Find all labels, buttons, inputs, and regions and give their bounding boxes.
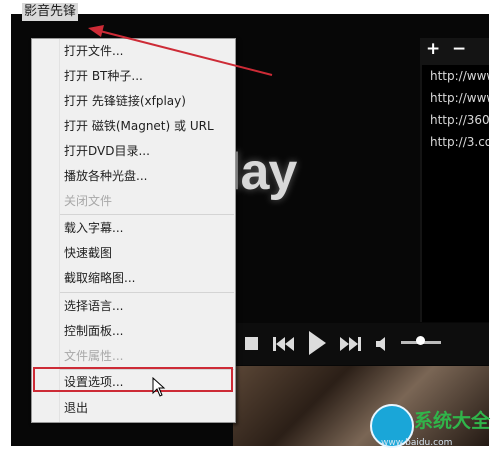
playlist-item[interactable]: http://www — [422, 87, 489, 109]
menu-item-open-magnet-url[interactable]: 打开 磁铁(Magnet) 或 URL — [33, 114, 234, 138]
menu-item-label: 关闭文件 — [64, 194, 113, 208]
next-icon[interactable] — [340, 337, 362, 351]
menu-item-label: 打开文件... — [64, 44, 124, 58]
watermark-text: 系统大全 — [414, 410, 491, 432]
menu-item-open-bt[interactable]: 打开 BT种子... — [33, 64, 234, 88]
menu-item-open-xfplay-link[interactable]: 打开 先锋链接(xfplay) — [33, 89, 234, 113]
playlist-toolbar: + − — [420, 38, 489, 60]
mouse-cursor-icon — [152, 377, 166, 397]
menu-item-open-file[interactable]: 打开文件... — [33, 39, 234, 63]
watermark-url: www.baidu.com — [381, 438, 453, 448]
playlist-item[interactable]: http://3.co — [422, 131, 489, 153]
menu-item-label: 播放各种光盘... — [64, 169, 148, 183]
playback-controls — [233, 323, 489, 365]
menu-item-control-panel[interactable]: 控制面板... — [33, 319, 234, 343]
menu-item-label: 打开 磁铁(Magnet) 或 URL — [64, 119, 214, 133]
menu-separator — [60, 292, 234, 293]
app-menu-title[interactable]: 影音先锋 — [22, 3, 79, 21]
menu-item-load-subtitle[interactable]: 载入字幕... — [33, 216, 234, 240]
stop-icon[interactable] — [245, 337, 259, 351]
playlist-panel: + − http://www http://www http://360 htt… — [420, 38, 489, 322]
menu-item-label: 打开 先锋链接(xfplay) — [64, 94, 186, 108]
menu-item-label: 退出 — [64, 401, 89, 415]
menu-item-open-dvd[interactable]: 打开DVD目录... — [33, 139, 234, 163]
context-menu: 打开文件... 打开 BT种子... 打开 先锋链接(xfplay) 打开 磁铁… — [31, 38, 236, 423]
settings-highlight-box — [33, 367, 233, 392]
menu-item-label: 选择语言... — [64, 299, 124, 313]
xfplay-logo-text: lay — [227, 143, 297, 201]
playlist-item[interactable]: http://360 — [422, 109, 489, 131]
playlist-remove-button[interactable]: − — [452, 39, 466, 59]
menu-item-label: 载入字幕... — [64, 221, 124, 235]
play-icon[interactable] — [309, 331, 327, 355]
menu-item-capture-thumbnails[interactable]: 截取缩略图... — [33, 266, 234, 290]
watermark: 系统大全 www.baidu.com — [368, 398, 494, 452]
playlist-add-button[interactable]: + — [426, 39, 440, 59]
previous-icon[interactable] — [273, 337, 295, 351]
menu-item-label: 打开DVD目录... — [64, 144, 150, 158]
menu-item-label: 快速截图 — [64, 246, 113, 260]
menu-item-file-properties: 文件属性... — [33, 344, 234, 368]
menu-item-label: 控制面板... — [64, 324, 124, 338]
menu-item-quick-screenshot[interactable]: 快速截图 — [33, 241, 234, 265]
menu-item-select-language[interactable]: 选择语言... — [33, 294, 234, 318]
menu-item-label: 截取缩略图... — [64, 271, 136, 285]
menu-item-close-file: 关闭文件 — [33, 189, 234, 213]
menu-item-label: 文件属性... — [64, 349, 124, 363]
playlist-list[interactable]: http://www http://www http://360 http://… — [422, 65, 489, 322]
volume-icon[interactable] — [376, 337, 388, 351]
menu-separator — [60, 214, 234, 215]
volume-slider-handle[interactable] — [416, 336, 425, 345]
playlist-item[interactable]: http://www — [422, 65, 489, 87]
menu-item-play-disc[interactable]: 播放各种光盘... — [33, 164, 234, 188]
menu-item-exit[interactable]: 退出 — [33, 396, 234, 420]
menu-item-label: 打开 BT种子... — [64, 69, 143, 83]
